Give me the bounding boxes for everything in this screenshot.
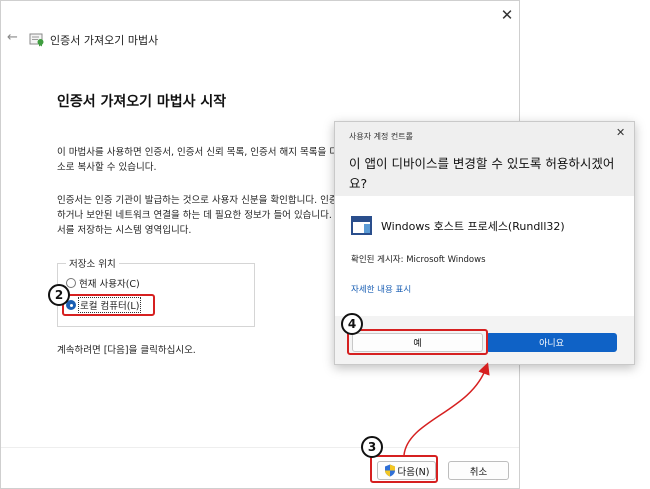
step-arrow [403, 362, 490, 456]
